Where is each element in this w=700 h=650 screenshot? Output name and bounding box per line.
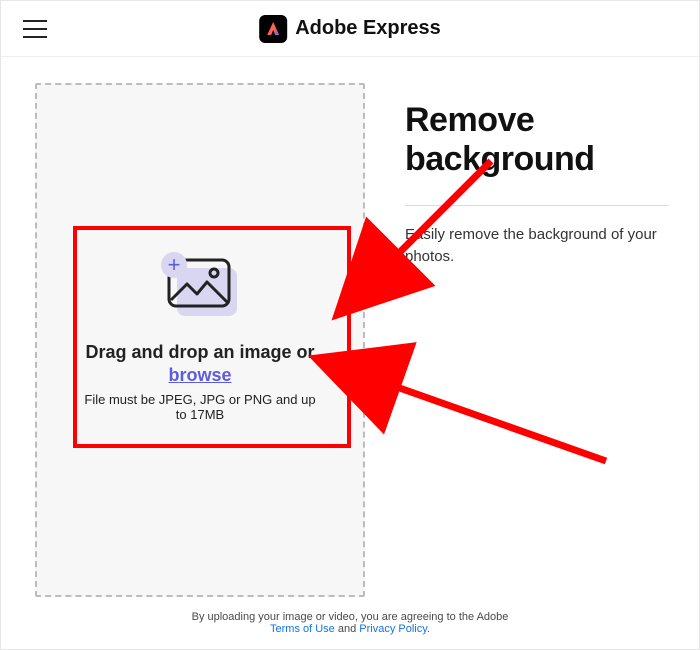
menu-button[interactable]: [23, 20, 47, 38]
upload-disclaimer: By uploading your image or video, you ar…: [1, 611, 699, 635]
main-content: + Drag and drop an image or browse File …: [1, 57, 699, 597]
dropzone-title: Drag and drop an image or: [85, 342, 314, 363]
divider: [405, 205, 669, 206]
terms-of-use-link[interactable]: Terms of Use: [270, 623, 335, 635]
privacy-policy-link[interactable]: Privacy Policy: [359, 623, 427, 635]
brand-text: Adobe Express: [295, 17, 441, 40]
upload-dropzone[interactable]: + Drag and drop an image or browse File …: [35, 83, 365, 597]
browse-link[interactable]: browse: [168, 365, 231, 386]
image-upload-icon: +: [163, 258, 237, 314]
brand: Adobe Express: [259, 15, 441, 43]
page-title: Remove background: [405, 101, 669, 179]
adobe-express-logo-icon: [259, 15, 287, 43]
dropzone-hint: File must be JPEG, JPG or PNG and up to …: [80, 392, 320, 422]
app-window: Adobe Express + Drag and drop an image o…: [0, 0, 700, 650]
hamburger-icon: [23, 20, 47, 22]
page-subtitle: Easily remove the background of your pho…: [405, 224, 669, 268]
disclaimer-text: By uploading your image or video, you ar…: [192, 611, 509, 623]
app-header: Adobe Express: [1, 1, 699, 57]
plus-icon: +: [161, 252, 187, 278]
info-panel: Remove background Easily remove the back…: [405, 83, 669, 597]
